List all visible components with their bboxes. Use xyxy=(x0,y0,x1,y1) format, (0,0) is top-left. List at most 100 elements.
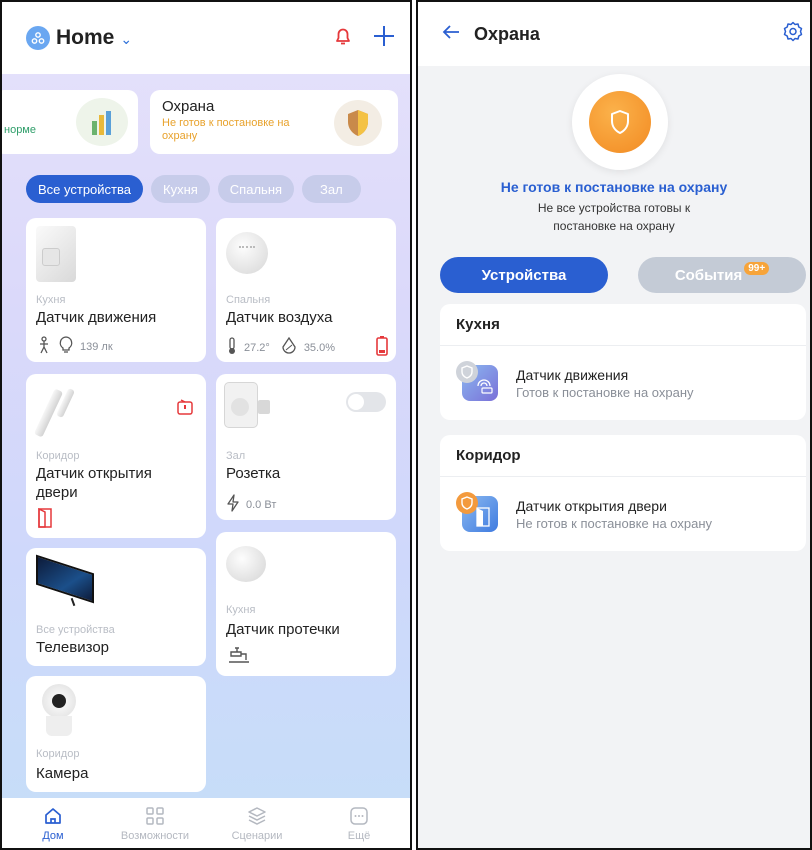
water-tap-icon xyxy=(228,646,250,669)
device-name: Датчик движения xyxy=(516,366,629,383)
thermometer-icon xyxy=(226,337,238,358)
device-name: Датчик воздуха xyxy=(226,309,333,326)
climate-illustration-icon xyxy=(76,98,128,146)
chevron-down-icon[interactable]: ⌄ xyxy=(120,31,132,48)
home-header: Home ⌄ xyxy=(2,2,410,74)
tab-scenarios-label: Сценарии xyxy=(231,830,283,842)
temperature-value: 27.2° xyxy=(244,341,270,354)
group-corridor: Коридор Датчик открытия двери Не готов к… xyxy=(440,435,806,551)
home-logo-icon xyxy=(26,26,50,50)
camera-image-icon xyxy=(40,684,80,740)
device-card-tv[interactable]: Все устройства Телевизор xyxy=(26,548,206,666)
humidity-value: 35.0% xyxy=(303,341,336,354)
person-motion-icon xyxy=(36,336,52,357)
device-card-socket[interactable]: Зал Розетка 0.0 Вт xyxy=(216,374,396,520)
security-card[interactable]: Охрана Не готов к постановке на охрану xyxy=(150,90,398,154)
tab-home-label: Дом xyxy=(42,830,64,842)
security-shield-icon xyxy=(334,100,382,146)
settings-gear-icon[interactable] xyxy=(782,21,804,48)
room-filter-chips: Все устройства Кухня Спальня Зал xyxy=(26,175,361,203)
air-sensor-image-icon xyxy=(226,232,268,274)
battery-low-icon xyxy=(376,336,388,359)
tab-scenarios[interactable]: Сценарии xyxy=(206,798,308,848)
device-room: Спальня xyxy=(226,294,271,306)
door-open-icon xyxy=(38,507,52,533)
tab-features[interactable]: Возможности xyxy=(104,798,206,848)
tv-image-icon xyxy=(36,554,96,607)
motion-sensor-image-icon xyxy=(36,226,76,282)
device-room: Коридор xyxy=(36,748,80,760)
security-card-status: Не готов к постановке на охрану xyxy=(162,117,290,142)
filter-chip-all[interactable]: Все устройства xyxy=(26,175,143,203)
tab-home[interactable]: Дом xyxy=(2,798,104,848)
tab-more[interactable]: Ещё xyxy=(308,798,410,848)
tab-events[interactable]: События 99+ xyxy=(638,257,806,293)
device-state: Готов к постановке на охрану xyxy=(516,384,694,400)
device-card-door-sensor[interactable]: Коридор Датчик открытия двери xyxy=(26,374,206,538)
events-count-badge: 99+ xyxy=(744,261,770,275)
tab-devices-label: Устройства xyxy=(481,266,567,284)
device-room: Зал xyxy=(226,450,246,462)
motion-sensor-icon xyxy=(456,361,500,405)
door-sensor-image-icon xyxy=(33,384,78,440)
device-name: Розетка xyxy=(226,465,281,482)
device-room: Кухня xyxy=(36,294,66,306)
grid-icon xyxy=(146,807,164,825)
device-room: Коридор xyxy=(36,450,80,462)
power-value: 0.0 Вт xyxy=(246,498,277,511)
filter-chip-hall[interactable]: Зал xyxy=(302,175,361,203)
more-dots-icon xyxy=(350,807,368,825)
device-card-leak-sensor[interactable]: Кухня Датчик протечки xyxy=(216,532,396,676)
socket-power-toggle[interactable] xyxy=(346,392,386,412)
bottom-tab-bar: Дом Возможности Сценарии Ещё xyxy=(2,798,410,848)
device-room: Кухня xyxy=(226,604,256,616)
device-card-motion-sensor[interactable]: Кухня Датчик движения 139 лк xyxy=(26,218,206,362)
illuminance-value: 139 лк xyxy=(80,340,113,353)
filter-chip-bedroom[interactable]: Спальня xyxy=(217,175,295,203)
device-room: Все устройства xyxy=(36,624,115,636)
home-title[interactable]: Home xyxy=(56,26,114,50)
humidity-icon xyxy=(280,336,298,358)
page-title: Охрана xyxy=(474,23,540,44)
back-arrow-icon[interactable] xyxy=(442,24,460,45)
device-name: Датчик открытия двери xyxy=(516,497,667,514)
layers-icon xyxy=(248,807,266,825)
tab-devices[interactable]: Устройства xyxy=(440,257,608,293)
status-title: Не готов к постановке на охрану xyxy=(500,179,728,195)
climate-card-status: норме xyxy=(4,124,36,136)
status-subtitle: Не все устройства готовы к постановке на… xyxy=(537,201,691,233)
door-sensor-icon xyxy=(456,492,500,536)
security-status-ring xyxy=(572,74,668,170)
device-name: Датчик движения xyxy=(36,309,157,326)
device-name: Камера xyxy=(36,765,89,782)
list-item-door-sensor[interactable]: Датчик открытия двери Не готов к постано… xyxy=(440,477,806,551)
socket-image-icon xyxy=(224,382,274,434)
lightning-icon xyxy=(226,494,240,515)
device-name: Датчик открытия двери xyxy=(36,465,152,501)
tab-more-label: Ещё xyxy=(347,830,371,842)
security-card-title: Охрана xyxy=(162,98,215,115)
battery-alert-icon xyxy=(176,398,194,421)
device-name: Датчик протечки xyxy=(226,621,340,638)
device-card-camera[interactable]: Коридор Камера xyxy=(26,676,206,792)
home-screen: Home ⌄ норме Охрана Не готов к постановк… xyxy=(0,0,412,850)
climate-card[interactable]: норме xyxy=(2,90,138,154)
notification-bell-icon[interactable] xyxy=(332,25,354,52)
group-kitchen: Кухня Датчик движения Готов к постановке… xyxy=(440,304,806,420)
lightbulb-icon xyxy=(58,336,74,357)
device-name: Телевизор xyxy=(36,639,110,656)
tab-features-label: Возможности xyxy=(120,830,190,842)
filter-chip-kitchen[interactable]: Кухня xyxy=(151,175,210,203)
security-shield-icon xyxy=(589,91,651,153)
group-title: Кухня xyxy=(440,304,806,346)
security-header: Охрана xyxy=(418,2,810,66)
security-screen: Охрана Не готов к постановке на охрану Н… xyxy=(416,0,812,850)
group-title: Коридор xyxy=(440,435,806,477)
home-icon xyxy=(45,808,61,824)
list-item-motion-sensor[interactable]: Датчик движения Готов к постановке на ох… xyxy=(440,346,806,420)
tab-events-label: События xyxy=(674,266,743,284)
device-card-air-sensor[interactable]: Спальня Датчик воздуха 27.2° 35.0% xyxy=(216,218,396,362)
leak-sensor-image-icon xyxy=(226,546,266,582)
device-state: Не готов к постановке на охрану xyxy=(516,515,713,531)
add-plus-icon[interactable] xyxy=(372,24,396,53)
